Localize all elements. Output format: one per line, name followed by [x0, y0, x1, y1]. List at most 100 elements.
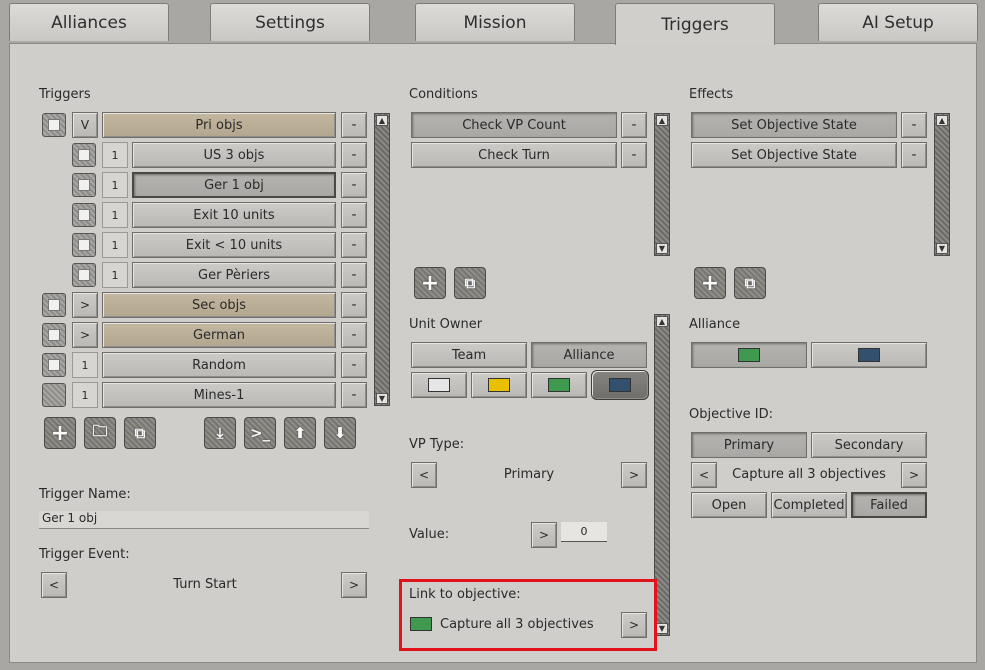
- trigger-remove-button[interactable]: -: [341, 142, 367, 168]
- trigger-event-next-button[interactable]: >: [341, 572, 367, 598]
- trigger-remove-button[interactable]: -: [341, 352, 367, 378]
- tab-ai-setup[interactable]: AI Setup: [818, 3, 978, 41]
- state-failed-button[interactable]: Failed: [851, 492, 927, 518]
- condition-remove-button[interactable]: -: [621, 112, 647, 138]
- scroll-down-icon[interactable]: ▼: [376, 393, 388, 404]
- condition-item[interactable]: Check Turn: [411, 142, 617, 168]
- copy-condition-button[interactable]: ⧉: [454, 267, 486, 299]
- trigger-item[interactable]: Ger Pèriers: [132, 262, 336, 288]
- trigger-item[interactable]: Random: [102, 352, 336, 378]
- trigger-checkbox[interactable]: [42, 323, 66, 347]
- tab-mission[interactable]: Mission: [415, 3, 575, 41]
- conditions-scrollbar[interactable]: ▲ ▼: [654, 113, 670, 256]
- triggers-scrollbar[interactable]: ▲ ▼: [374, 113, 390, 406]
- trigger-item[interactable]: Exit 10 units: [132, 202, 336, 228]
- add-trigger-button[interactable]: +: [44, 417, 76, 449]
- effect-item[interactable]: Set Objective State: [691, 142, 897, 168]
- link-objective-next-button[interactable]: >: [621, 612, 647, 638]
- tab-triggers[interactable]: Triggers: [615, 3, 775, 45]
- vp-type-prev-button[interactable]: <: [411, 462, 437, 488]
- objective-prev-button[interactable]: <: [691, 462, 717, 488]
- copy-trigger-button[interactable]: ⧉: [124, 417, 156, 449]
- trigger-index: 1: [72, 352, 98, 378]
- trigger-toggle[interactable]: V: [72, 112, 98, 138]
- trigger-remove-button[interactable]: -: [341, 232, 367, 258]
- state-completed-button[interactable]: Completed: [771, 492, 847, 518]
- trigger-checkbox[interactable]: [72, 143, 96, 167]
- scroll-up-icon[interactable]: ▲: [656, 115, 668, 126]
- trigger-checkbox[interactable]: [42, 293, 66, 317]
- trigger-checkbox[interactable]: [42, 113, 66, 137]
- trigger-item[interactable]: US 3 objs: [132, 142, 336, 168]
- effects-scrollbar[interactable]: ▲ ▼: [934, 113, 950, 256]
- trigger-item[interactable]: Sec objs: [102, 292, 336, 318]
- trigger-item[interactable]: Mines-1: [102, 382, 336, 408]
- trigger-remove-button[interactable]: -: [341, 112, 367, 138]
- new-folder-button[interactable]: 🗀: [84, 417, 116, 449]
- alliance-green-button[interactable]: [691, 342, 807, 368]
- trigger-remove-button[interactable]: -: [341, 292, 367, 318]
- scroll-down-icon[interactable]: ▼: [656, 623, 668, 634]
- tab-settings[interactable]: Settings: [210, 3, 370, 41]
- owner-green-button[interactable]: [531, 372, 587, 398]
- owner-blue-button[interactable]: [591, 370, 649, 400]
- team-button[interactable]: Team: [411, 342, 527, 368]
- trigger-index: 1: [102, 142, 128, 168]
- trigger-checkbox[interactable]: [72, 263, 96, 287]
- green-swatch: [738, 348, 760, 362]
- console-button[interactable]: >_: [244, 417, 276, 449]
- trigger-item[interactable]: Pri objs: [102, 112, 336, 138]
- trigger-item[interactable]: German: [102, 322, 336, 348]
- primary-button[interactable]: Primary: [691, 432, 807, 458]
- effect-item[interactable]: Set Objective State: [691, 112, 897, 138]
- owner-yellow-button[interactable]: [471, 372, 527, 398]
- trigger-name-input[interactable]: Ger 1 obj: [39, 511, 369, 529]
- trigger-event-prev-button[interactable]: <: [41, 572, 67, 598]
- vp-type-next-button[interactable]: >: [621, 462, 647, 488]
- copy-effect-button[interactable]: ⧉: [734, 267, 766, 299]
- move-down-button[interactable]: ⬇: [324, 417, 356, 449]
- trigger-item-selected[interactable]: Ger 1 obj: [132, 172, 336, 198]
- add-effect-button[interactable]: +: [694, 267, 726, 299]
- effect-remove-button[interactable]: -: [901, 142, 927, 168]
- effect-remove-button[interactable]: -: [901, 112, 927, 138]
- trigger-checkbox[interactable]: [72, 203, 96, 227]
- objective-value: Capture all 3 objectives: [732, 467, 886, 482]
- owner-white-button[interactable]: [411, 372, 467, 398]
- trigger-checkbox[interactable]: [72, 173, 96, 197]
- tab-alliances[interactable]: Alliances: [9, 3, 169, 41]
- value-next-button[interactable]: >: [531, 522, 557, 548]
- state-open-button[interactable]: Open: [691, 492, 767, 518]
- trigger-toggle[interactable]: >: [72, 292, 98, 318]
- trigger-remove-button[interactable]: -: [341, 202, 367, 228]
- objective-next-button[interactable]: >: [901, 462, 927, 488]
- move-into-button[interactable]: ⤓: [204, 417, 236, 449]
- scroll-up-icon[interactable]: ▲: [936, 115, 948, 126]
- trigger-remove-button[interactable]: -: [341, 382, 367, 408]
- trigger-checkbox[interactable]: [72, 233, 96, 257]
- trigger-remove-button[interactable]: -: [341, 322, 367, 348]
- value-input[interactable]: 0: [561, 522, 607, 542]
- scroll-down-icon[interactable]: ▼: [936, 243, 948, 254]
- trigger-remove-button[interactable]: -: [341, 172, 367, 198]
- trigger-checkbox[interactable]: [42, 353, 66, 377]
- trigger-toggle[interactable]: >: [72, 322, 98, 348]
- scroll-up-icon[interactable]: ▲: [656, 316, 668, 327]
- condition-remove-button[interactable]: -: [621, 142, 647, 168]
- copy-icon: ⧉: [134, 424, 146, 442]
- trigger-checkbox[interactable]: [42, 383, 66, 407]
- secondary-button[interactable]: Secondary: [811, 432, 927, 458]
- scroll-up-icon[interactable]: ▲: [376, 115, 388, 126]
- alliance-label: Alliance: [689, 317, 741, 332]
- trigger-item[interactable]: Exit < 10 units: [132, 232, 336, 258]
- link-objective-label: Link to objective:: [409, 587, 521, 602]
- trigger-remove-button[interactable]: -: [341, 262, 367, 288]
- alliance-button[interactable]: Alliance: [531, 342, 647, 368]
- add-condition-button[interactable]: +: [414, 267, 446, 299]
- effects-header: Effects: [689, 87, 734, 102]
- scroll-down-icon[interactable]: ▼: [656, 243, 668, 254]
- move-up-button[interactable]: ⬆: [284, 417, 316, 449]
- alliance-blue-button[interactable]: [811, 342, 927, 368]
- condition-item[interactable]: Check VP Count: [411, 112, 617, 138]
- copy-icon: ⧉: [744, 274, 756, 292]
